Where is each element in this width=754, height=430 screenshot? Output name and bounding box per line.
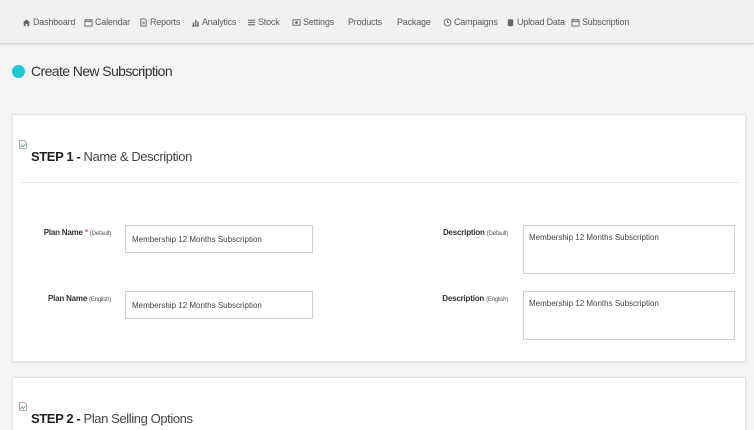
plan-name-english-input[interactable] bbox=[125, 291, 313, 319]
plan-name-english-label: Plan Name (English) bbox=[48, 294, 111, 303]
lang-tag: (English) bbox=[89, 297, 111, 303]
calendar-icon bbox=[571, 18, 580, 27]
settings-icon bbox=[292, 18, 301, 27]
label-text: Plan Name bbox=[47, 294, 88, 303]
plan-name-default-label: Plan Name * (Default) bbox=[43, 228, 112, 237]
nav-item-products[interactable]: Products bbox=[348, 17, 382, 27]
description-default-textarea[interactable]: Membership 12 Months Subscription bbox=[523, 225, 735, 274]
document-icon bbox=[139, 17, 148, 27]
nav-item-stock[interactable]: Stock bbox=[247, 17, 280, 27]
nav-item-campaigns[interactable]: Campaigns bbox=[443, 17, 498, 27]
nav-label: Settings bbox=[303, 17, 334, 27]
step1-card: STEP 1 - Name & Description Plan Name * … bbox=[12, 114, 746, 362]
label-text: Description bbox=[442, 294, 485, 303]
top-nav-bar: Dashboard Calendar Reports Analytics Sto… bbox=[0, 0, 754, 44]
step2-number: STEP 2 bbox=[31, 411, 74, 426]
nav-label: Reports bbox=[150, 17, 181, 27]
title-dot-icon bbox=[12, 64, 25, 78]
bar-chart-icon bbox=[191, 18, 200, 27]
label-text: Plan Name bbox=[43, 228, 83, 237]
broken-image-icon bbox=[19, 140, 27, 149]
broken-image-icon bbox=[19, 402, 27, 411]
page-title: Create New Subscription bbox=[12, 63, 173, 79]
database-icon bbox=[506, 18, 515, 27]
nav-item-subscription[interactable]: Subscription bbox=[571, 17, 629, 27]
calendar-icon bbox=[84, 18, 93, 27]
step1-title: Name & Description bbox=[83, 149, 193, 164]
required-mark: * bbox=[84, 228, 88, 237]
plan-name-default-input[interactable] bbox=[125, 225, 313, 253]
step2-separator: - bbox=[76, 411, 81, 426]
lang-tag: (Default) bbox=[486, 231, 508, 237]
step1-separator: - bbox=[76, 149, 81, 164]
nav-label: Calendar bbox=[95, 17, 130, 27]
nav-item-dashboard[interactable]: Dashboard bbox=[22, 17, 75, 27]
home-icon bbox=[22, 18, 31, 27]
step1-divider bbox=[21, 182, 739, 183]
clock-icon bbox=[443, 18, 452, 27]
nav-label: Campaigns bbox=[454, 17, 498, 27]
nav-label: Stock bbox=[258, 17, 280, 27]
step2-title: Plan Selling Options bbox=[83, 411, 193, 426]
list-icon bbox=[247, 18, 256, 27]
step1-heading: STEP 1 - Name & Description bbox=[31, 149, 192, 164]
description-english-textarea[interactable]: Membership 12 Months Subscription bbox=[523, 291, 735, 340]
nav-label: Products bbox=[348, 17, 382, 27]
nav-label: Package bbox=[397, 17, 431, 27]
page-title-text: Create New Subscription bbox=[31, 63, 173, 79]
lang-tag: (Default) bbox=[89, 231, 111, 237]
nav-label: Upload Data bbox=[517, 17, 565, 27]
description-default-label: Description (Default) bbox=[443, 228, 508, 237]
step2-heading: STEP 2 - Plan Selling Options bbox=[31, 411, 193, 426]
nav-label: Subscription bbox=[582, 17, 630, 27]
nav-item-package[interactable]: Package bbox=[397, 17, 431, 27]
description-english-label: Description (English) bbox=[442, 294, 508, 303]
label-text: Description bbox=[442, 228, 485, 237]
nav-item-settings[interactable]: Settings bbox=[292, 17, 334, 27]
nav-item-analytics[interactable]: Analytics bbox=[191, 17, 236, 27]
nav-item-calendar[interactable]: Calendar bbox=[84, 17, 130, 27]
nav-label: Dashboard bbox=[33, 17, 76, 27]
lang-tag: (English) bbox=[486, 297, 508, 303]
nav-item-reports[interactable]: Reports bbox=[139, 17, 180, 27]
step1-number: STEP 1 bbox=[31, 149, 74, 164]
nav-label: Analytics bbox=[202, 17, 237, 27]
nav-item-upload-data[interactable]: Upload Data bbox=[506, 17, 565, 27]
step2-card: STEP 2 - Plan Selling Options bbox=[12, 377, 746, 430]
